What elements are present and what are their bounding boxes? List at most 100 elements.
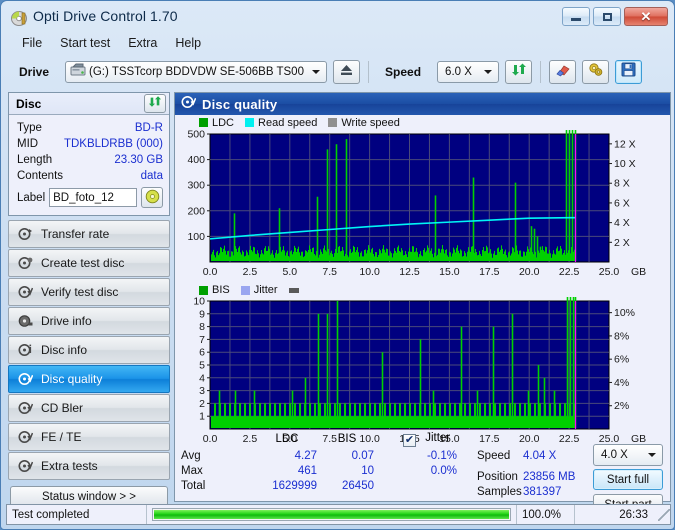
svg-text:500: 500 xyxy=(187,130,205,141)
bis-chart-legend: BIS Jitter xyxy=(175,282,670,297)
eject-icon xyxy=(339,63,354,82)
menu-bar: File Start test Extra Help xyxy=(5,32,670,53)
disc-fete-icon xyxy=(17,430,34,444)
test-speed-value: 4.0 X xyxy=(601,449,628,461)
sidebar-item-disc-quality[interactable]: Disc quality xyxy=(8,365,170,393)
disc-contents-label: Contents xyxy=(17,170,64,182)
svg-text:2%: 2% xyxy=(614,400,629,412)
sidebar-item-disc-info[interactable]: Disc info xyxy=(8,336,170,364)
save-button[interactable] xyxy=(615,60,643,84)
settings-button[interactable] xyxy=(582,60,610,84)
row-label: Max xyxy=(181,465,203,477)
stats-col-ldc: LDC xyxy=(275,433,299,445)
svg-text:10 X: 10 X xyxy=(614,158,636,170)
disc-fields: Type BD-R MID TDKBLDRBB (000) Length 23.… xyxy=(9,115,169,208)
sidebar-item-cd-bler[interactable]: CD Bler xyxy=(8,394,170,422)
svg-text:12.5: 12.5 xyxy=(399,266,420,278)
sidebar-item-label: Transfer rate xyxy=(41,227,110,241)
svg-text:12 X: 12 X xyxy=(614,138,636,150)
checkbox-box: ✔ xyxy=(403,434,416,447)
progress-track xyxy=(152,508,511,521)
minimize-button[interactable] xyxy=(562,7,590,26)
close-button[interactable]: ✕ xyxy=(624,7,668,26)
svg-text:8 X: 8 X xyxy=(614,178,630,190)
row-label: Avg xyxy=(181,450,201,462)
svg-text:8: 8 xyxy=(199,321,205,333)
disc-length-value: 23.30 GB xyxy=(114,154,163,166)
window-title: Opti Drive Control 1.70 xyxy=(33,8,178,24)
sidebar-item-extra-tests[interactable]: Extra tests xyxy=(8,452,170,480)
svg-text:1: 1 xyxy=(199,411,205,423)
speed-value: 6.0 X xyxy=(445,66,472,78)
legend-label-ldc: LDC xyxy=(212,116,235,129)
disc-contents-value: data xyxy=(140,170,163,182)
jitter-checkbox[interactable]: ✔ Jitter xyxy=(403,432,450,447)
svg-text:4: 4 xyxy=(199,372,205,384)
chevron-down-icon[interactable] xyxy=(644,445,660,465)
sidebar-item-drive-info[interactable]: Drive info xyxy=(8,307,170,335)
stats-area: LDC BIS ✔ Jitter Avg 4.27 0.07 -0.1% Max… xyxy=(175,431,670,515)
svg-text:25.0: 25.0 xyxy=(599,266,620,278)
svg-text:GB: GB xyxy=(631,266,646,278)
resize-grip-icon[interactable] xyxy=(658,508,670,521)
maximize-button[interactable] xyxy=(593,7,621,26)
svg-text:100: 100 xyxy=(187,231,205,243)
sidebar-item-label: CD Bler xyxy=(41,401,84,415)
drive-select[interactable]: (G:) TSSTcorp BDDVDW SE-506BB TS00 xyxy=(65,61,328,83)
sidebar-item-label: Disc quality xyxy=(41,372,103,386)
eject-button[interactable] xyxy=(333,60,361,84)
disc-type-label: Type xyxy=(17,122,42,134)
start-full-button[interactable]: Start full xyxy=(593,469,663,490)
svg-text:6: 6 xyxy=(199,347,205,359)
legend-swatch-write-speed xyxy=(328,118,338,127)
disc-label-button[interactable] xyxy=(141,187,163,208)
svg-text:22.5: 22.5 xyxy=(559,266,580,278)
svg-text:400: 400 xyxy=(187,154,205,166)
menu-item-file[interactable]: File xyxy=(13,34,51,52)
status-bar: Test completed 100.0% 26:33 xyxy=(6,504,671,525)
svg-text:3: 3 xyxy=(199,385,205,397)
stats-avg-bis: 0.07 xyxy=(351,450,374,462)
eraser-icon xyxy=(555,63,571,82)
toolbar-separator xyxy=(368,61,370,83)
chevron-down-icon[interactable] xyxy=(480,62,496,82)
menu-item-help[interactable]: Help xyxy=(166,34,210,52)
row-label: Total xyxy=(181,480,206,492)
svg-text:17.5: 17.5 xyxy=(479,266,500,278)
speed-stat-label: Speed xyxy=(477,450,511,462)
chevron-down-icon[interactable] xyxy=(308,62,324,82)
legend-label-read-speed: Read speed xyxy=(258,116,318,129)
erase-button[interactable] xyxy=(549,60,577,84)
content-area: Disc Type BD-R MID TDKBLDRBB (000) Lengt… xyxy=(6,92,671,515)
menu-item-extra[interactable]: Extra xyxy=(119,34,166,52)
svg-text:300: 300 xyxy=(187,180,205,192)
disc-label-input[interactable]: BD_foto_12 xyxy=(49,188,137,207)
left-pane: Disc Type BD-R MID TDKBLDRBB (000) Lengt… xyxy=(6,92,172,508)
sidebar-item-fe-te[interactable]: FE / TE xyxy=(8,423,170,451)
disc-panel-header: Disc xyxy=(9,93,169,115)
stats-row-avg-label: Avg xyxy=(181,450,201,462)
stats-total-bis: 26450 xyxy=(342,480,374,492)
stats-max-ldc: 461 xyxy=(297,465,317,477)
disc-mid-value: TDKBLDRBB (000) xyxy=(63,138,163,150)
menu-item-start-test[interactable]: Start test xyxy=(51,34,119,52)
test-speed-select[interactable]: 4.0 X xyxy=(593,444,663,466)
disc-bler-icon xyxy=(17,401,34,415)
disc-mid-label: MID xyxy=(17,138,39,150)
sidebar-item-verify-test-disc[interactable]: Verify test disc xyxy=(8,278,170,306)
svg-text:6%: 6% xyxy=(614,354,629,366)
disc-refresh-button[interactable] xyxy=(144,94,166,113)
minimize-icon xyxy=(571,18,581,21)
disc-speed-icon xyxy=(17,227,34,241)
stats-max-jitter: 0.0% xyxy=(430,465,457,477)
disc-panel-title: Disc xyxy=(16,96,42,111)
speed-select[interactable]: 6.0 X xyxy=(437,61,500,83)
svg-text:2 X: 2 X xyxy=(614,237,630,249)
svg-text:10: 10 xyxy=(193,297,205,308)
sidebar-item-transfer-rate[interactable]: Transfer rate xyxy=(8,220,170,248)
refresh-button[interactable] xyxy=(505,60,533,84)
sidebar-item-label: Drive info xyxy=(41,314,92,328)
disc-info-icon xyxy=(17,343,34,357)
sidebar-item-label: Extra tests xyxy=(41,459,98,473)
sidebar-item-create-test-disc[interactable]: Create test disc xyxy=(8,249,170,277)
